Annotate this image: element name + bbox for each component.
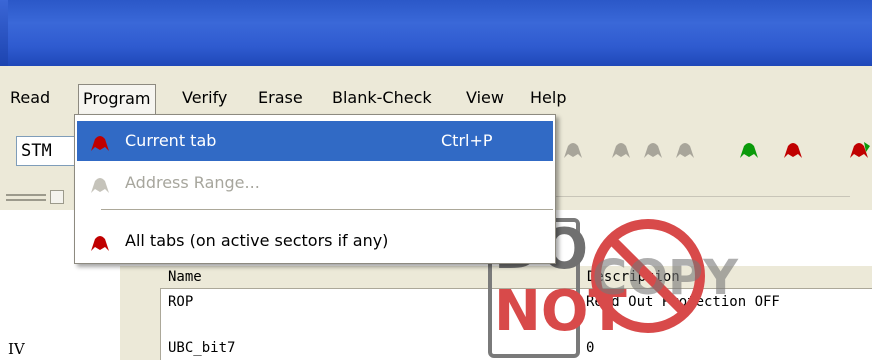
column-header-description[interactable]: Description (578, 266, 872, 288)
cell-description-row-2[interactable]: 0 (578, 340, 594, 356)
red-bug-icon[interactable] (780, 136, 806, 162)
erase-bug-icon-disabled[interactable] (640, 136, 666, 162)
menu-erase[interactable]: Erase (258, 86, 303, 110)
menu-help[interactable]: Help (530, 86, 566, 110)
row-gutter (120, 266, 161, 360)
red-green-bug-icon[interactable] (846, 136, 872, 162)
menu-bar: Read Program Verify Erase Blank-Check Vi… (0, 80, 872, 116)
menu-item-address-range[interactable]: Address Range... (77, 163, 553, 203)
menu-view[interactable]: View (466, 86, 504, 110)
green-bug-icon[interactable] (736, 136, 762, 162)
verify-bug-icon-disabled[interactable] (608, 136, 634, 162)
menu-blank-check[interactable]: Blank-Check (332, 86, 432, 110)
program-bug-icon (91, 236, 109, 251)
menu-item-all-tabs[interactable]: All tabs (on active sectors if any) (77, 221, 553, 261)
window-title-bar[interactable] (0, 0, 872, 66)
menu-program[interactable]: Program (78, 84, 156, 115)
cell-name-row-2[interactable]: UBC_bit7 (160, 340, 235, 356)
table-header: Name Description (160, 266, 872, 289)
menu-verify[interactable]: Verify (182, 86, 227, 110)
program-dropdown-menu: Current tab Ctrl+P Address Range... All … (74, 114, 556, 264)
menu-item-shortcut: Ctrl+P (441, 131, 493, 150)
menu-item-label: Current tab (125, 131, 217, 150)
panel-grip[interactable] (6, 188, 66, 208)
grip-line-bottom (6, 199, 46, 201)
grip-box[interactable] (50, 190, 64, 204)
menu-item-label: All tabs (on active sectors if any) (125, 231, 389, 250)
left-panel-label: IV (8, 340, 25, 358)
blank-check-bug-icon-disabled[interactable] (672, 136, 698, 162)
title-bar-edge (0, 0, 8, 66)
cell-name-row-1[interactable]: ROP (160, 294, 193, 310)
program-bug-icon (91, 136, 109, 151)
cell-description-row-1[interactable]: Read Out Protection OFF (578, 294, 780, 310)
menu-item-label: Address Range... (125, 173, 260, 192)
program-bug-icon-disabled (91, 178, 109, 193)
grip-line-top (6, 194, 46, 196)
menu-item-current-tab[interactable]: Current tab Ctrl+P (77, 121, 553, 161)
menu-separator (101, 209, 553, 210)
column-header-name[interactable]: Name (160, 266, 578, 288)
program-bug-icon-disabled[interactable] (560, 136, 586, 162)
menu-read[interactable]: Read (10, 86, 50, 110)
